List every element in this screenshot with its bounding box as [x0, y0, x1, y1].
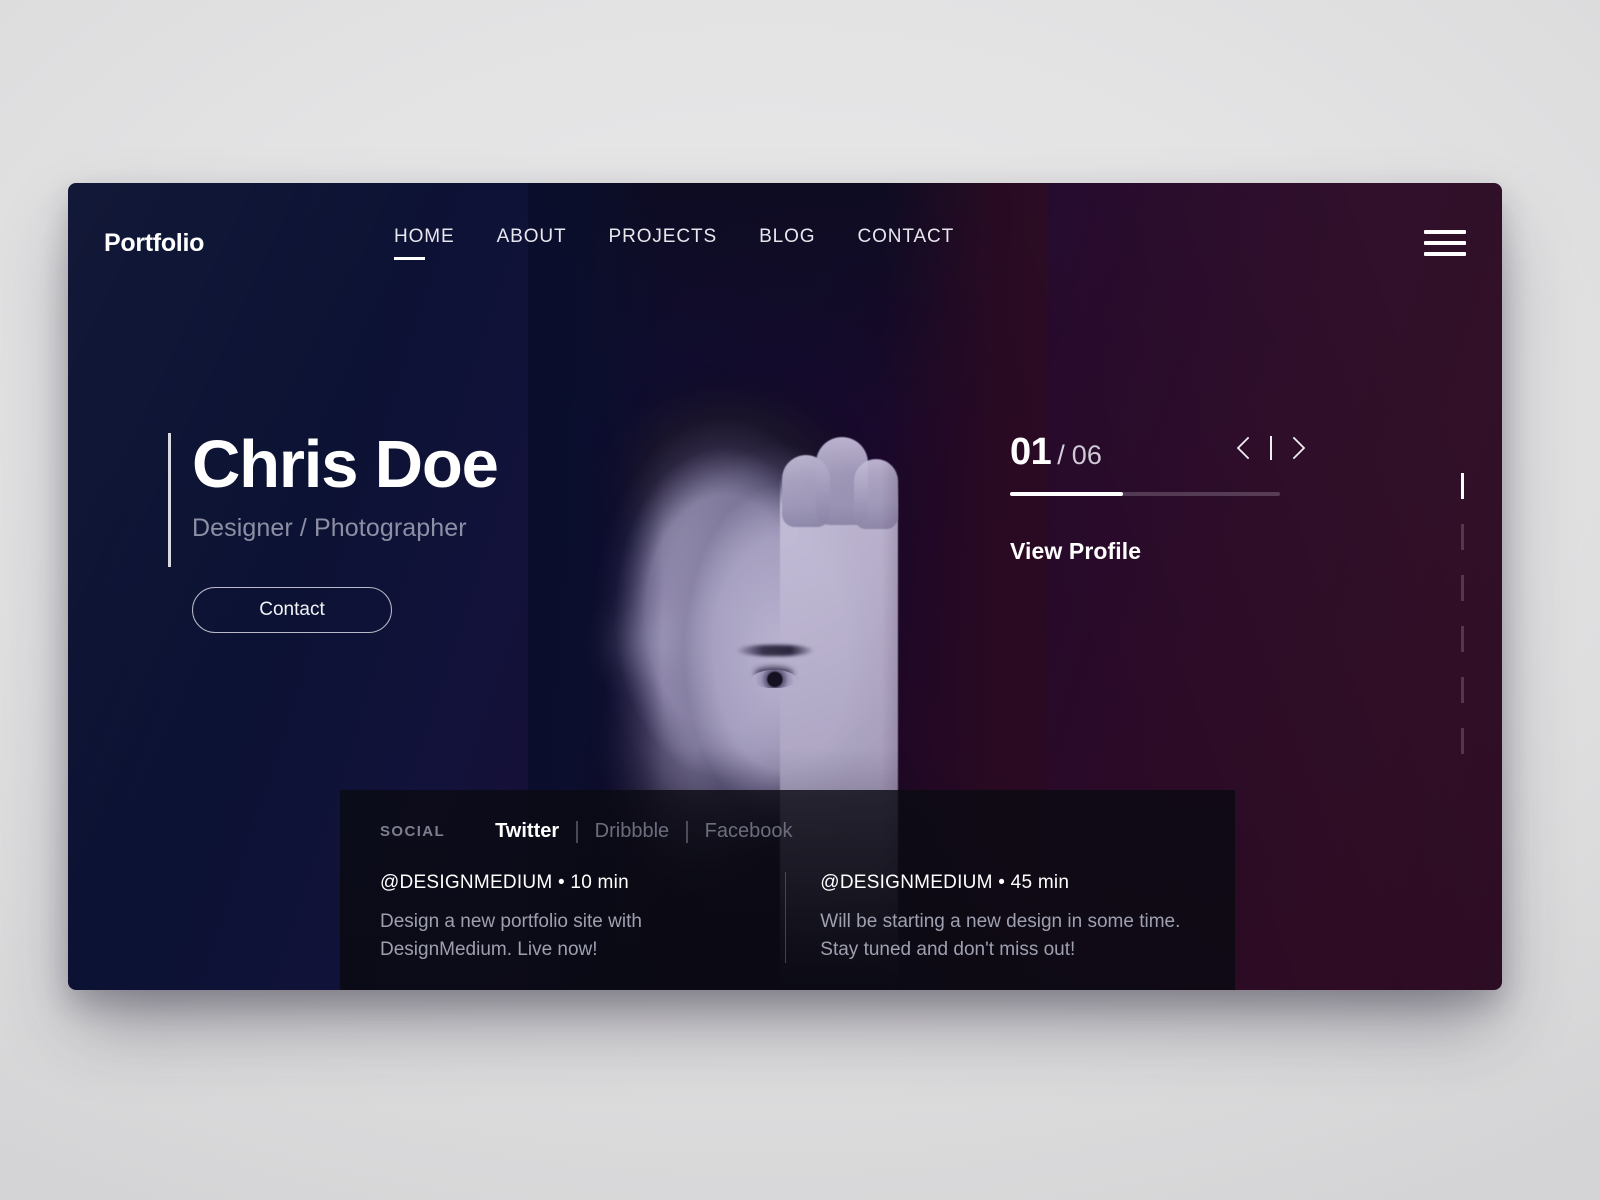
social-panel: SOCIAL Twitter Dribbble Facebook @DESIGN… [340, 790, 1235, 990]
slide-dot-5[interactable] [1461, 677, 1464, 703]
social-feed: @DESIGNMEDIUM • 10 min Design a new port… [380, 872, 1191, 964]
contact-button[interactable]: Contact [192, 587, 392, 634]
social-post-meta: @DESIGNMEDIUM • 10 min [380, 872, 629, 893]
hamburger-bar [1423, 241, 1466, 245]
slider-panel: 01 / 06 View Profile [1010, 431, 1310, 565]
slide-counter: 01 / 06 [1010, 431, 1310, 474]
nav-item-contact[interactable]: CONTACT [857, 226, 954, 260]
slide-dot-2[interactable] [1461, 524, 1464, 550]
social-header: SOCIAL Twitter Dribbble Facebook [380, 820, 1191, 843]
name-block: Chris Doe Designer / Photographer [168, 427, 499, 567]
nav-item-projects[interactable]: PROJECTS [609, 226, 718, 260]
nav-item-home[interactable]: HOME [393, 226, 455, 260]
slide-separator: / [1057, 440, 1065, 470]
nav-item-about[interactable]: ABOUT [497, 226, 567, 260]
hero-subtitle: Designer / Photographer [192, 514, 467, 543]
slide-current: 01 [1010, 431, 1052, 473]
social-tab-dribbble[interactable]: Dribbble [578, 820, 686, 843]
hamburger-bar [1423, 252, 1466, 256]
social-post[interactable]: @DESIGNMEDIUM • 10 min Design a new port… [380, 872, 785, 963]
chevron-left-icon[interactable] [1232, 435, 1254, 461]
hero-card: Portfolio HOME ABOUT PROJECTS BLOG CONTA… [68, 183, 1502, 990]
accent-rule [168, 433, 171, 567]
social-post-body: Design a new portfolio site with DesignM… [380, 911, 642, 960]
social-post-body: Will be starting a new design in some ti… [820, 911, 1181, 960]
slider-progress-bar[interactable] [1010, 492, 1280, 496]
page-title: Chris Doe [192, 427, 499, 502]
vertical-divider-icon [1270, 436, 1272, 460]
nav-item-blog[interactable]: BLOG [759, 226, 815, 260]
slide-dot-3[interactable] [1461, 575, 1464, 601]
slider-controls [1232, 435, 1310, 461]
slide-indicator [1461, 473, 1464, 754]
social-tab-twitter[interactable]: Twitter [495, 820, 576, 843]
social-tabs: Twitter Dribbble Facebook [495, 820, 809, 843]
slide-dot-6[interactable] [1461, 728, 1464, 754]
social-post-meta: @DESIGNMEDIUM • 45 min [820, 872, 1070, 893]
main-navigation: HOME ABOUT PROJECTS BLOG CONTACT [393, 226, 954, 260]
slide-dot-4[interactable] [1461, 626, 1464, 652]
social-tab-facebook[interactable]: Facebook [688, 820, 810, 843]
hamburger-bar [1423, 230, 1466, 234]
social-label: SOCIAL [380, 823, 446, 840]
slide-dot-1[interactable] [1461, 473, 1464, 499]
slider-progress-fill [1010, 492, 1124, 496]
social-post[interactable]: @DESIGNMEDIUM • 45 min Will be starting … [785, 872, 1191, 964]
hamburger-menu-icon[interactable] [1423, 230, 1466, 256]
site-header: Portfolio HOME ABOUT PROJECTS BLOG CONTA… [68, 183, 1502, 303]
view-profile-link[interactable]: View Profile [1010, 538, 1141, 565]
chevron-right-icon[interactable] [1288, 435, 1310, 461]
slide-total: 06 [1071, 440, 1102, 470]
hero-text-block: Chris Doe Designer / Photographer Contac… [168, 427, 499, 634]
site-logo[interactable]: Portfolio [104, 229, 204, 258]
